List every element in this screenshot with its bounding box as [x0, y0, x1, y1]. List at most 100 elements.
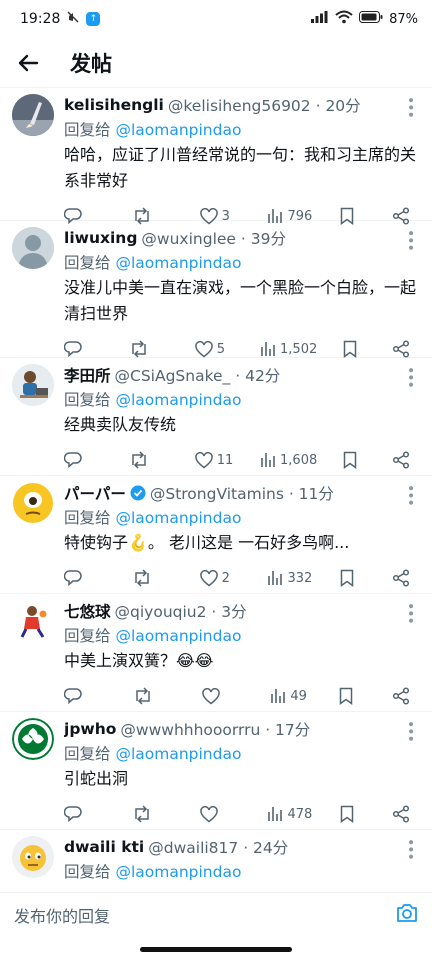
retweet-button[interactable] — [133, 687, 173, 705]
author-name[interactable]: 七悠球 — [64, 600, 111, 622]
replying-to: 回复给 @laomanpindao — [64, 254, 242, 272]
view-count: 1,608 — [280, 452, 318, 468]
mention-link[interactable]: @laomanpindao — [115, 391, 241, 409]
bookmark-button[interactable] — [340, 805, 364, 823]
camera-icon[interactable] — [396, 903, 418, 927]
author-name[interactable]: パーパー — [64, 482, 126, 504]
reply-button[interactable] — [64, 340, 104, 358]
page-title: 发帖 — [70, 51, 112, 76]
heart-icon — [194, 340, 213, 357]
more-options-icon[interactable]: ••• — [402, 602, 418, 624]
avatar[interactable] — [12, 94, 54, 136]
retweet-icon — [135, 569, 149, 587]
retweet-button[interactable] — [129, 340, 169, 358]
author-name[interactable]: jpwho — [64, 720, 116, 738]
bookmark-button[interactable] — [339, 687, 363, 705]
back-arrow-icon — [18, 54, 39, 71]
avatar[interactable] — [12, 364, 54, 406]
views-button[interactable]: 1,608 — [260, 452, 317, 468]
wifi-icon — [335, 10, 353, 28]
view-count: 1,502 — [280, 341, 318, 357]
reply-input[interactable]: 发布你的回复 — [14, 903, 110, 927]
avatar[interactable] — [12, 482, 54, 524]
reply-list[interactable]: kelisihengli @kelisiheng56902 · 20分 回复给 @… — [0, 88, 432, 896]
share-button[interactable] — [392, 340, 416, 358]
bookmark-button[interactable] — [343, 451, 367, 469]
reply-item[interactable]: パーパー @StrongVitamins · 11分 回复给 @laomanpin… — [0, 476, 432, 594]
like-button[interactable]: 2 — [199, 569, 240, 587]
views-button[interactable]: 478 — [267, 806, 312, 822]
share-icon — [392, 805, 410, 823]
more-options-icon[interactable]: ••• — [402, 838, 418, 860]
views-button[interactable]: 1,502 — [260, 341, 317, 357]
more-options-icon[interactable]: ••• — [402, 366, 418, 388]
mention-link[interactable]: @laomanpindao — [115, 121, 241, 139]
author-handle[interactable]: @dwaili817 · 24分 — [148, 836, 288, 858]
retweet-icon — [135, 805, 149, 823]
avatar[interactable] — [12, 227, 54, 269]
more-options-icon[interactable]: ••• — [402, 484, 418, 506]
author-handle[interactable]: @StrongVitamins · 11分 — [150, 482, 334, 504]
like-button[interactable] — [201, 687, 242, 705]
author-handle[interactable]: @kelisiheng56902 · 20分 — [168, 94, 361, 116]
like-button[interactable] — [199, 805, 240, 823]
mention-link[interactable]: @laomanpindao — [115, 254, 241, 272]
author-name[interactable]: 李田所 — [64, 364, 111, 386]
reply-button[interactable] — [64, 569, 104, 587]
more-options-icon[interactable]: ••• — [402, 720, 418, 742]
back-button[interactable] — [14, 49, 42, 77]
views-chart-icon — [268, 807, 283, 821]
views-button[interactable]: 332 — [267, 570, 312, 586]
bookmark-button[interactable] — [343, 340, 367, 358]
more-options-icon[interactable]: ••• — [402, 229, 418, 251]
reply-item[interactable]: jpwho @wwwhhhooorrru · 17分 回复给 @laomanpin… — [0, 712, 432, 830]
mention-link[interactable]: @laomanpindao — [115, 509, 241, 527]
more-options-icon[interactable]: ••• — [402, 96, 418, 118]
author-handle[interactable]: @qiyouqiu2 · 3分 — [115, 600, 247, 622]
share-button[interactable] — [392, 569, 416, 587]
author-handle[interactable]: @CSiAgSnake_ · 42分 — [115, 364, 281, 386]
reply-text: 中美上演双簧？😂😂 — [64, 651, 214, 670]
mention-link[interactable]: @laomanpindao — [115, 745, 241, 763]
author-name[interactable]: dwaili kti — [64, 838, 144, 856]
mention-link[interactable]: @laomanpindao — [115, 863, 241, 881]
like-button[interactable]: 11 — [194, 451, 235, 469]
avatar[interactable] — [12, 718, 54, 760]
reply-button[interactable] — [64, 451, 104, 469]
retweet-button[interactable] — [132, 805, 172, 823]
share-button[interactable] — [392, 687, 416, 705]
reply-text: 特使钩子🪝。 老川这是 一石好多鸟啊... — [64, 533, 350, 552]
reply-item[interactable]: liwuxing @wuxinglee · 39分 回复给 @laomanpind… — [0, 221, 432, 358]
share-button[interactable] — [392, 805, 416, 823]
reply-item[interactable]: 李田所 @CSiAgSnake_ · 42分 回复给 @laomanpindao … — [0, 358, 432, 476]
views-button[interactable]: 49 — [270, 688, 310, 704]
like-button[interactable]: 5 — [194, 340, 235, 358]
author-name[interactable]: kelisihengli — [64, 96, 164, 114]
reply-item[interactable]: kelisihengli @kelisiheng56902 · 20分 回复给 @… — [0, 88, 432, 225]
avatar[interactable] — [12, 836, 54, 878]
replying-to: 回复给 @laomanpindao — [64, 509, 242, 527]
retweet-button[interactable] — [129, 451, 169, 469]
reply-item[interactable]: dwaili kti @dwaili817 · 24分 回复给 @laomanpi… — [0, 830, 432, 896]
author-handle[interactable]: @wwwhhhooorrru · 17分 — [120, 718, 310, 740]
reply-composer[interactable]: 发布你的回复 — [0, 892, 432, 936]
mention-link[interactable]: @laomanpindao — [115, 627, 241, 645]
avatar[interactable] — [12, 600, 54, 642]
mute-icon — [66, 10, 80, 28]
reply-button[interactable] — [64, 687, 104, 705]
bookmark-button[interactable] — [340, 569, 364, 587]
home-indicator[interactable] — [140, 947, 292, 952]
author-handle[interactable]: @wuxinglee · 39分 — [141, 227, 286, 249]
share-button[interactable] — [392, 451, 416, 469]
replying-to: 回复给 @laomanpindao — [64, 391, 242, 409]
view-count: 478 — [287, 806, 313, 822]
battery-level: 87% — [389, 11, 418, 27]
heart-icon — [199, 569, 218, 586]
author-name[interactable]: liwuxing — [64, 229, 137, 247]
signal-icon — [311, 11, 329, 27]
app-bar: 发帖 — [0, 38, 432, 88]
retweet-button[interactable] — [132, 569, 172, 587]
reply-button[interactable] — [64, 805, 104, 823]
upload-notification-icon: ↑ — [86, 12, 101, 26]
reply-item[interactable]: 七悠球 @qiyouqiu2 · 3分 回复给 @laomanpindao 中美上… — [0, 594, 432, 712]
